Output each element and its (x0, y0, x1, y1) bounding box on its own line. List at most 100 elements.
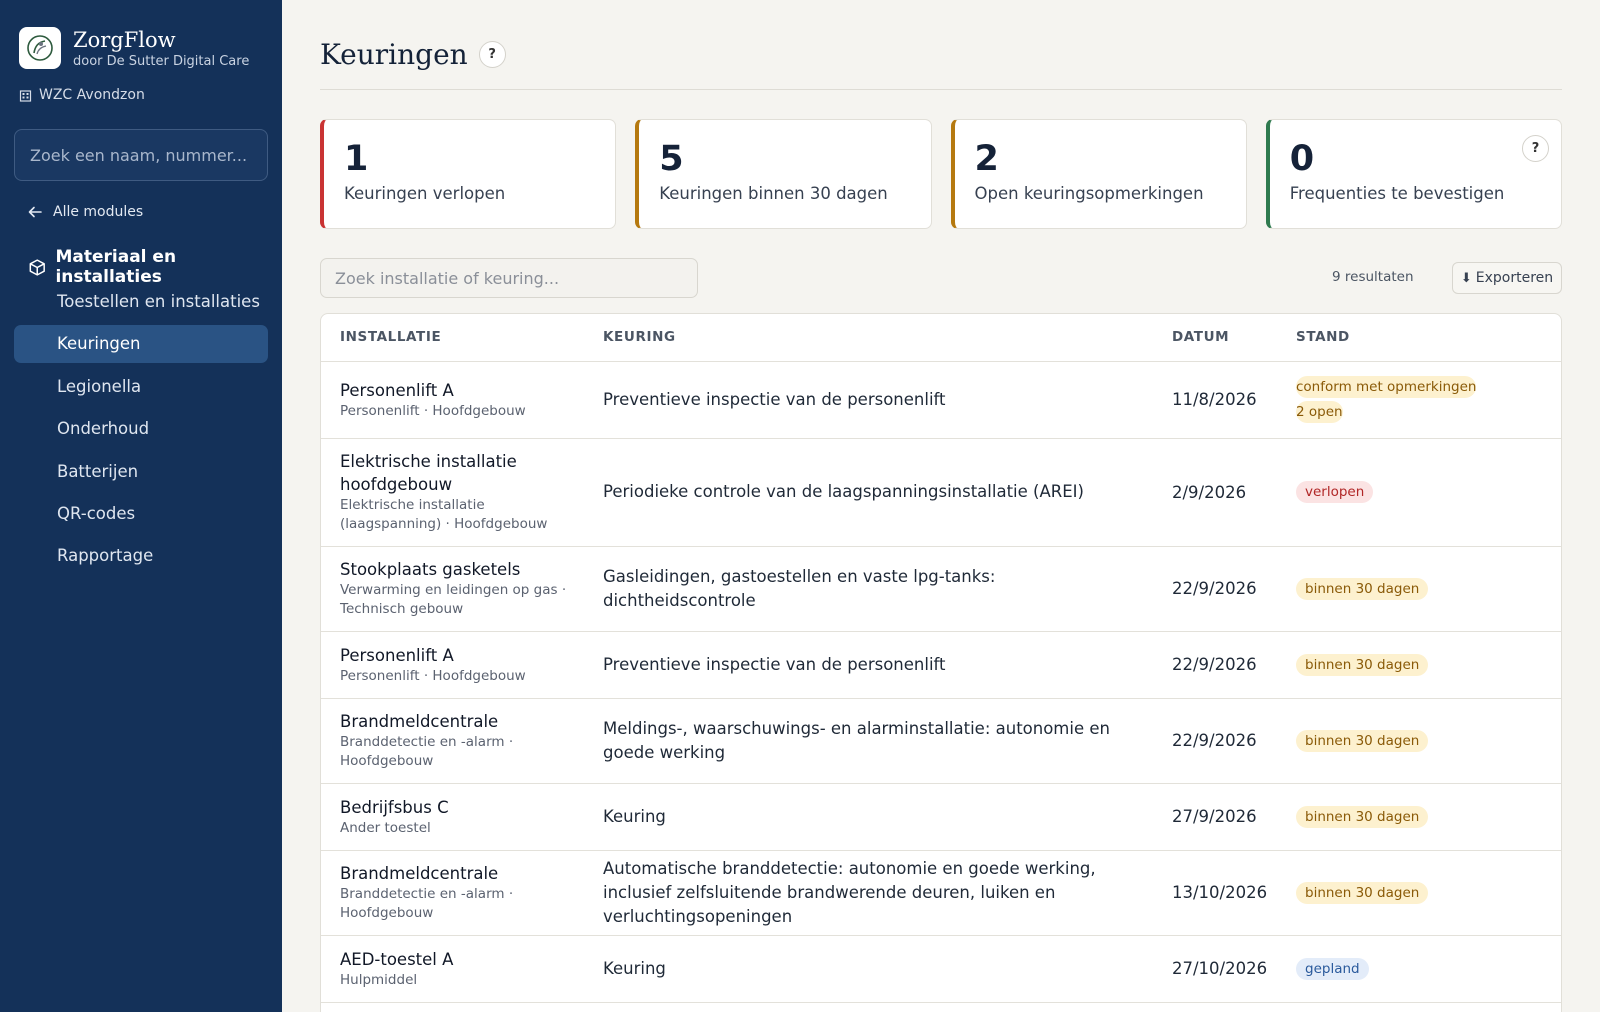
keuring-cell: Preventieve inspectie van de personenlif… (584, 631, 1153, 699)
installatie-name: Personenlift A (340, 380, 454, 400)
installatie-name: Elektrische installatie hoofdgebouw (340, 452, 517, 494)
brand-logo-icon (19, 27, 61, 69)
keuring-cell: Preventieve inspectie van de personenlif… (584, 361, 1153, 439)
card-value: 5 (659, 139, 684, 179)
card-verlopen[interactable]: 1 Keuringen verlopen (320, 119, 617, 229)
card-label: Keuringen binnen 30 dagen (659, 184, 888, 203)
package-icon (29, 258, 45, 276)
table-row[interactable]: Brandmeldcentrale Branddetectie en -alarm… (321, 850, 1561, 936)
datum-cell: 22/9/2026 (1153, 631, 1277, 699)
nav-item-batterijen[interactable]: Batterijen (14, 453, 268, 491)
nav-item-rapportage[interactable]: Rapportage (14, 537, 268, 575)
keuringen-table: INSTALLATIE KEURING DATUM STAND Personen… (320, 313, 1562, 1012)
card-value: 2 (974, 139, 999, 179)
card-frequenties[interactable]: 0 Frequenties te bevestigen ? (1265, 119, 1562, 229)
back-label: Alle modules (53, 204, 144, 220)
module-title-label: Materiaal en installaties (55, 247, 177, 287)
back-to-modules-link[interactable]: Alle modules (28, 204, 143, 220)
page-help-button[interactable]: ? (478, 41, 506, 68)
facility-name: WZC Avondzon (39, 87, 145, 103)
main-content: Keuringen ? 1 Keuringen verlopen 5 Keuri… (282, 0, 1600, 1012)
card-label: Open keuringsopmerkingen (974, 184, 1204, 203)
status-badge: verlopen (1296, 481, 1374, 503)
status-badge: binnen 30 dagen (1296, 653, 1429, 676)
card-label: Frequenties te bevestigen (1289, 184, 1505, 203)
module-title[interactable]: Materiaal en installaties (28, 247, 282, 287)
card-help-button[interactable]: ? (1522, 135, 1549, 162)
table-row[interactable]: Elektrische installatie hoofdgebouw Elekt… (321, 438, 1561, 547)
datum-cell: 27/9/2026 (1153, 783, 1277, 851)
table-search-input[interactable] (320, 258, 698, 298)
installatie-name: Brandmeldcentrale (340, 864, 499, 883)
status-badge: binnen 30 dagen (1296, 881, 1429, 904)
download-icon: ⬇ (1460, 270, 1472, 286)
col-header-keuring[interactable]: KEURING (584, 314, 1153, 362)
card-binnen-30-dagen[interactable]: 5 Keuringen binnen 30 dagen (635, 119, 932, 229)
installatie-name: Stookplaats gasketels (340, 560, 521, 579)
card-open-opmerkingen[interactable]: 2 Open keuringsopmerkingen (950, 119, 1247, 229)
status-badge: binnen 30 dagen (1296, 729, 1429, 752)
page-header: Keuringen ? (320, 38, 506, 71)
installatie-sub: Personenlift · Hoofdgebouw (340, 667, 526, 684)
table-row[interactable]: Brandmeldcentrale Branddetectie en -alarm… (321, 698, 1561, 784)
installatie-sub: Ander toestel (340, 819, 431, 836)
table-row[interactable]: Personenlift A Personenlift · Hoofdgebouw… (321, 631, 1561, 699)
summary-cards: 1 Keuringen verlopen 5 Keuringen binnen … (320, 119, 1562, 229)
results-count: 9 resultaten (1332, 269, 1414, 285)
table-header-row: INSTALLATIE KEURING DATUM STAND (321, 314, 1561, 362)
table-row[interactable]: Stookplaats gasketels Verwarming en leidi… (321, 546, 1561, 632)
datum-cell: 27/10/2026 (1153, 935, 1277, 1003)
installatie-sub: Branddetectie en -alarm · Hoofdgebouw (340, 886, 514, 921)
table-row[interactable]: Bedrijfsbus C Ander toestel Keuring 27/9/… (321, 783, 1561, 851)
app-subtitle: door De Sutter Digital Care (73, 53, 250, 69)
card-value: 1 (344, 139, 369, 179)
datum-cell: 22/9/2026 (1153, 698, 1277, 784)
status-badge: conform met opmerkingen (1296, 376, 1477, 398)
datum-cell: 13/10/2026 (1153, 850, 1277, 936)
installatie-name: Brandmeldcentrale (340, 712, 499, 731)
datum-cell: 22/9/2026 (1153, 546, 1277, 632)
module-nav: Toestellen en installaties Keuringen Leg… (14, 283, 268, 580)
app-name: ZorgFlow (73, 27, 176, 52)
title-divider (320, 89, 1562, 90)
keuring-cell: Keuring (584, 783, 1153, 851)
installatie-sub: Elektrische installatie (laagspanning) ·… (340, 497, 548, 532)
nav-item-onderhoud[interactable]: Onderhoud (14, 410, 268, 448)
sidebar-search-input[interactable] (14, 129, 268, 181)
export-label: Exporteren (1475, 270, 1554, 286)
col-header-stand[interactable]: STAND (1277, 314, 1561, 362)
col-header-datum[interactable]: DATUM (1153, 314, 1277, 362)
installatie-name: AED-toestel A (340, 949, 454, 969)
keuring-cell: Meldings-, waarschuwings- en alarminstal… (584, 698, 1153, 784)
keuring-cell: Automatische branddetectie: autonomie en… (584, 850, 1153, 936)
building-icon (19, 89, 32, 102)
installatie-sub: Hulpmiddel (340, 971, 418, 988)
nav-item-toestellen[interactable]: Toestellen en installaties (14, 283, 268, 321)
facility-label: WZC Avondzon (19, 87, 145, 103)
status-badge: binnen 30 dagen (1296, 805, 1429, 828)
datum-cell: 2/9/2026 (1153, 438, 1277, 547)
status-badge: binnen 30 dagen (1296, 577, 1429, 600)
card-label: Keuringen verlopen (344, 184, 506, 203)
arrow-left-icon (28, 206, 42, 218)
col-header-installatie[interactable]: INSTALLATIE (321, 314, 584, 362)
installatie-sub: Personenlift · Hoofdgebouw (340, 402, 526, 419)
installatie-sub: Verwarming en leidingen op gas · Technis… (340, 582, 567, 617)
card-value: 0 (1289, 139, 1315, 179)
page-title: Keuringen (320, 38, 468, 71)
table-row[interactable]: Personenlift A Personenlift · Hoofdgebouw… (321, 361, 1561, 439)
brand[interactable]: ZorgFlow door De Sutter Digital Care (19, 27, 249, 69)
installatie-name: Bedrijfsbus C (340, 797, 449, 817)
installatie-name: Personenlift A (340, 645, 454, 665)
table-row[interactable]: AED-toestel A Hulpmiddel Keuring 27/10/20… (321, 935, 1561, 1003)
installatie-sub: Branddetectie en -alarm · Hoofdgebouw (340, 734, 514, 769)
nav-item-qr-codes[interactable]: QR-codes (14, 495, 268, 533)
keuring-cell: Periodieke controle van de laagspannings… (584, 438, 1153, 547)
open-count-badge: 2 open (1296, 401, 1343, 423)
nav-item-keuringen[interactable]: Keuringen (14, 325, 268, 364)
nav-item-legionella[interactable]: Legionella (14, 368, 268, 406)
keuring-cell: Gasleidingen, gastoestellen en vaste lpg… (584, 546, 1153, 632)
status-badge: gepland (1296, 957, 1369, 980)
sidebar: ZorgFlow door De Sutter Digital Care WZC… (0, 0, 282, 1012)
export-button[interactable]: ⬇ Exporteren (1452, 262, 1562, 294)
